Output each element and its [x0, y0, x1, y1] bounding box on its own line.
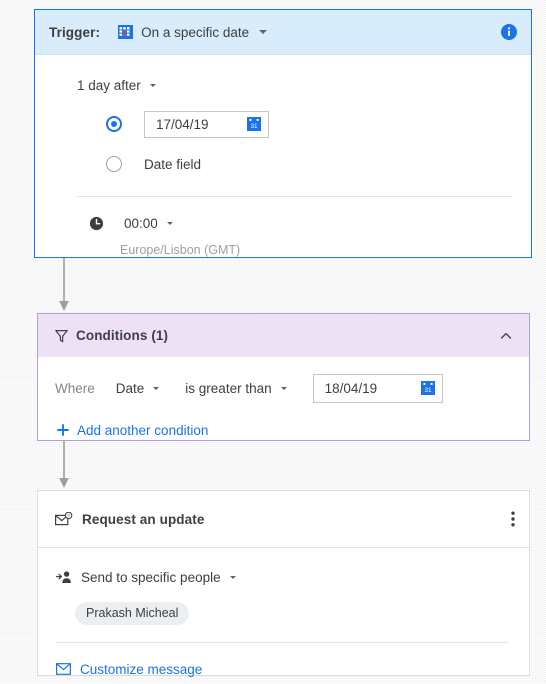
action-card: ? Request an update Send to specific peo… [37, 490, 530, 679]
trigger-divider [77, 196, 512, 197]
offset-value: 1 day after [77, 77, 141, 93]
kebab-menu-icon[interactable] [511, 511, 515, 527]
trigger-body: 1 day after 17/04/19 31 Date field 00:00… [35, 65, 531, 257]
conditions-title: Conditions (1) [76, 328, 169, 343]
specific-date-row: 17/04/19 31 [35, 107, 531, 141]
mail-request-icon: ? [55, 511, 73, 527]
person-add-icon [56, 570, 73, 584]
condition-field-value: Date [115, 380, 145, 396]
action-title: Request an update [82, 511, 205, 527]
send-mode-dropdown[interactable]: Send to specific people [38, 562, 529, 592]
workflow-canvas: Trigger: On a specific date 1 day after … [0, 0, 546, 684]
add-another-condition-label: Add another condition [77, 422, 209, 438]
plus-icon [57, 424, 69, 436]
timezone-label: Europe/Lisbon (GMT) [120, 243, 241, 257]
svg-text:31: 31 [250, 123, 258, 130]
chevron-down-icon[interactable] [229, 575, 236, 579]
filter-icon [55, 329, 68, 343]
condition-operator-dropdown[interactable]: is greater than [185, 380, 287, 396]
chevron-down-icon[interactable] [153, 386, 160, 390]
chevron-down-icon[interactable] [280, 386, 287, 390]
recipient-chip-list: Prakash Micheal [38, 592, 529, 625]
trigger-type-value[interactable]: On a specific date [141, 25, 249, 40]
chevron-down-icon[interactable] [149, 83, 156, 87]
where-label: Where [55, 380, 95, 396]
trigger-label: Trigger: [49, 24, 101, 40]
info-icon[interactable] [501, 24, 517, 40]
connector-trigger-to-conditions [59, 258, 69, 311]
action-header: ? Request an update [38, 491, 529, 548]
condition-field-dropdown[interactable]: Date [116, 381, 160, 396]
add-another-condition-button[interactable]: Add another condition [38, 420, 529, 440]
date-input[interactable]: 17/04/19 31 [144, 110, 269, 138]
radio-specific-date[interactable] [106, 116, 122, 132]
offset-dropdown[interactable]: 1 day after [35, 65, 531, 105]
date-field-row: Date field [35, 147, 531, 181]
recipient-chip[interactable]: Prakash Micheal [75, 602, 190, 625]
chevron-down-icon[interactable] [259, 30, 268, 34]
customize-message-label: Customize message [80, 661, 203, 677]
condition-date-input[interactable]: 18/04/19 31 [312, 373, 443, 403]
time-value[interactable]: 00:00 [124, 216, 158, 231]
send-mode-value: Send to specific people [81, 569, 221, 585]
trigger-card: Trigger: On a specific date 1 day after … [34, 9, 532, 258]
svg-text:31: 31 [424, 387, 432, 394]
calendar-icon[interactable]: 31 [420, 381, 435, 395]
clock-icon [89, 216, 104, 231]
conditions-header[interactable]: Conditions (1) [38, 314, 529, 357]
condition-row: Where Date is greater than 18/04/19 31 [38, 373, 529, 403]
radio-date-field[interactable] [106, 156, 122, 172]
chevron-up-icon[interactable] [499, 329, 513, 343]
mail-icon [56, 663, 71, 675]
trigger-header: Trigger: On a specific date [35, 10, 531, 55]
customize-message-button[interactable]: Customize message [38, 659, 529, 679]
date-input-value: 17/04/19 [156, 116, 209, 132]
condition-date-value: 18/04/19 [324, 380, 378, 396]
action-divider [56, 642, 509, 643]
date-field-label: Date field [144, 156, 202, 172]
condition-operator-value: is greater than [185, 380, 272, 396]
chevron-down-icon[interactable] [166, 221, 173, 225]
connector-conditions-to-action [59, 441, 69, 488]
calendar-icon[interactable]: 31 [247, 117, 261, 131]
conditions-card: Conditions (1) Where Date is greater tha… [37, 313, 530, 441]
time-row: 00:00 [35, 210, 531, 236]
grid-icon [118, 25, 134, 39]
